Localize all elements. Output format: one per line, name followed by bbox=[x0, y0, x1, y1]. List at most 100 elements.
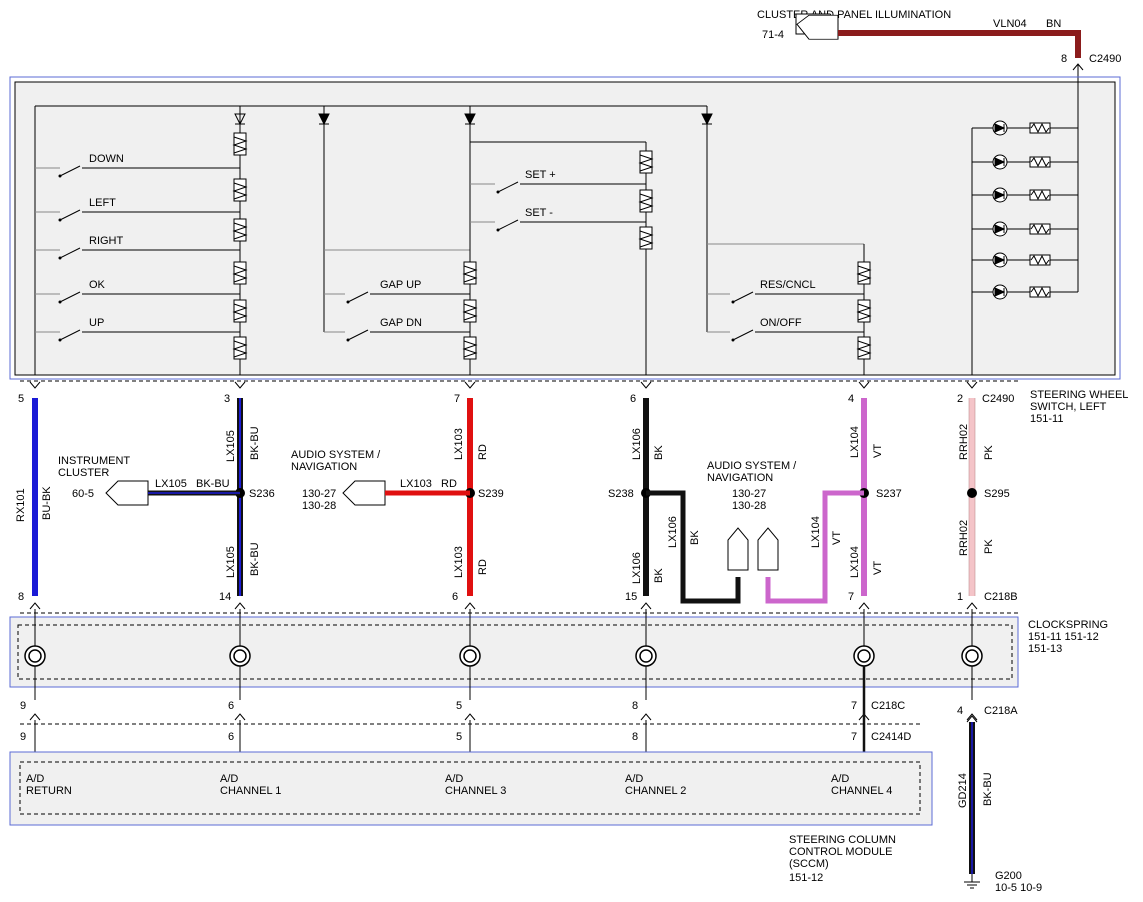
ground-name: G200 bbox=[995, 870, 1022, 882]
sccm-input-return-1: A/D bbox=[26, 773, 44, 785]
pin-c2414d-6: 6 bbox=[228, 731, 234, 743]
illumination-pin: 8 bbox=[1061, 53, 1067, 65]
color-rrh02-top: PK bbox=[983, 445, 995, 460]
color-rx101: BU-BK bbox=[41, 486, 53, 520]
circuit-lx105-top: LX105 bbox=[225, 430, 237, 462]
sccm-input-ch1-1: A/D bbox=[220, 773, 238, 785]
audio-left-ref2: 130-28 bbox=[302, 500, 336, 512]
pin-top-rrh02: 2 bbox=[957, 393, 963, 405]
color-lx103-top: RD bbox=[477, 444, 489, 460]
instrument-cluster-line2: CLUSTER bbox=[58, 467, 109, 479]
pin-c218c-6: 6 bbox=[228, 700, 234, 712]
pin-c218c-9: 9 bbox=[20, 700, 26, 712]
switch-label-ok: OK bbox=[89, 279, 106, 291]
ground-color: BK-BU bbox=[982, 772, 994, 806]
c2414d-label: C2414D bbox=[871, 731, 911, 743]
sccm-input-ch2-1: A/D bbox=[625, 773, 643, 785]
circuit-rrh02-top: RRH02 bbox=[958, 424, 970, 460]
audio-right-color-a: BK bbox=[689, 530, 701, 545]
instrument-cluster-ref: 60-5 bbox=[72, 488, 94, 500]
sccm-input-return-2: RETURN bbox=[26, 785, 72, 797]
wire-lx106-branch bbox=[646, 490, 741, 604]
pin-bottom-lx104: 7 bbox=[848, 591, 854, 603]
steering-switch-line1: STEERING WHEEL bbox=[1030, 389, 1128, 401]
clockspring-ref1: 151-11 151-12 bbox=[1028, 631, 1099, 643]
sccm-input-ch3-1: A/D bbox=[445, 773, 463, 785]
pin-c218c-7: 7 bbox=[851, 700, 857, 712]
switch-label-up: UP bbox=[89, 317, 104, 329]
switch-label-down: DOWN bbox=[89, 153, 124, 165]
color-rrh02-bottom: PK bbox=[983, 539, 995, 554]
audio-right-line2: NAVIGATION bbox=[707, 472, 773, 484]
pin-c2414d-8: 8 bbox=[632, 731, 638, 743]
clockspring-ref2: 151-13 bbox=[1028, 643, 1062, 655]
pin-top-lx105: 3 bbox=[224, 393, 230, 405]
sccm-name-2: CONTROL MODULE bbox=[789, 846, 893, 858]
switch-label-right: RIGHT bbox=[89, 235, 124, 247]
steering-switch-ref: 151-11 bbox=[1030, 413, 1063, 425]
pin-bottom-lx105: 14 bbox=[219, 591, 231, 603]
illumination-title: CLUSTER AND PANEL ILLUMINATION bbox=[757, 9, 951, 21]
circuit-lx104-top: LX104 bbox=[849, 426, 861, 458]
audio-right-color-b: VT bbox=[831, 531, 843, 545]
c2490-pins bbox=[29, 381, 978, 389]
circuit-lx106-bottom: LX106 bbox=[631, 552, 643, 584]
sccm-name-1: STEERING COLUMN bbox=[789, 834, 896, 846]
c218c-label: C218C bbox=[871, 700, 905, 712]
switch-label-on-off: ON/OFF bbox=[760, 317, 802, 329]
instrument-cluster-connector bbox=[105, 480, 149, 506]
audio-left-line2: NAVIGATION bbox=[291, 461, 357, 473]
steering-switch-box bbox=[14, 81, 1116, 376]
steering-switch-connector: C2490 bbox=[982, 393, 1014, 405]
circuit-lx105-bottom: LX105 bbox=[225, 546, 237, 578]
splice-label-s238: S238 bbox=[608, 488, 634, 500]
splice-label-s295: S295 bbox=[984, 488, 1010, 500]
pin-c2414d-7: 7 bbox=[851, 731, 857, 743]
sccm-input-ch4-2: CHANNEL 4 bbox=[831, 785, 892, 797]
pin-top-rx101: 5 bbox=[18, 393, 24, 405]
switch-label-res-cncl: RES/CNCL bbox=[760, 279, 816, 291]
audio-right-circuit-b: LX104 bbox=[810, 516, 822, 548]
splice-label-s239: S239 bbox=[478, 488, 504, 500]
pin-c218c-8: 8 bbox=[632, 700, 638, 712]
color-lx106-top: BK bbox=[653, 445, 665, 460]
audio-left-connector bbox=[342, 480, 386, 506]
ground-circuit: GD214 bbox=[957, 773, 969, 808]
circuit-lx104-bottom: LX104 bbox=[849, 546, 861, 578]
c218a-label: C218A bbox=[984, 705, 1018, 717]
pin-bottom-lx103: 6 bbox=[452, 591, 458, 603]
color-lx105-top: BK-BU bbox=[249, 426, 261, 460]
illumination-connector-label: C2490 bbox=[1089, 53, 1121, 65]
sccm-name-3: (SCCM) bbox=[789, 858, 829, 870]
wiring-diagram: CLUSTER AND PANEL ILLUMINATION 71-4 VLN0… bbox=[9, 9, 1128, 894]
illumination-pin-arrow bbox=[1072, 63, 1084, 80]
color-lx104-top: VT bbox=[872, 444, 884, 458]
clockspring-name: CLOCKSPRING bbox=[1028, 619, 1108, 631]
switch-label-left: LEFT bbox=[89, 197, 116, 209]
circuit-lx103-top: LX103 bbox=[453, 428, 465, 460]
ground-ref: 10-5 10-9 bbox=[995, 882, 1042, 894]
pin-top-lx104: 4 bbox=[848, 393, 854, 405]
sccm-input-ch1-2: CHANNEL 1 bbox=[220, 785, 281, 797]
pin-c218c-5: 5 bbox=[456, 700, 462, 712]
circuit-rx101: RX101 bbox=[15, 488, 27, 522]
switch-label-set-plus: SET + bbox=[525, 169, 556, 181]
c218a-pin bbox=[966, 715, 978, 723]
sccm-ref: 151-12 bbox=[789, 872, 823, 884]
c218b-label: C218B bbox=[984, 591, 1018, 603]
pin-top-lx106: 6 bbox=[630, 393, 636, 405]
color-lx106-bottom: BK bbox=[653, 568, 665, 583]
color-lx104-bottom: VT bbox=[872, 561, 884, 575]
ground-pin: 4 bbox=[957, 705, 963, 717]
instrument-cluster-circuit: LX105 bbox=[155, 478, 187, 490]
switch-label-set-minus: SET - bbox=[525, 207, 553, 219]
audio-left-color: RD bbox=[441, 478, 457, 490]
pin-c2414d-9: 9 bbox=[20, 731, 26, 743]
audio-right-connector-a bbox=[727, 527, 749, 571]
pin-bottom-lx106: 15 bbox=[625, 591, 637, 603]
audio-left-line1: AUDIO SYSTEM / bbox=[291, 449, 381, 461]
pin-bottom-rx101: 8 bbox=[18, 591, 24, 603]
instrument-cluster-color: BK-BU bbox=[196, 478, 230, 490]
switch-label-gap-dn: GAP DN bbox=[380, 317, 422, 329]
splice-label-s236: S236 bbox=[249, 488, 275, 500]
